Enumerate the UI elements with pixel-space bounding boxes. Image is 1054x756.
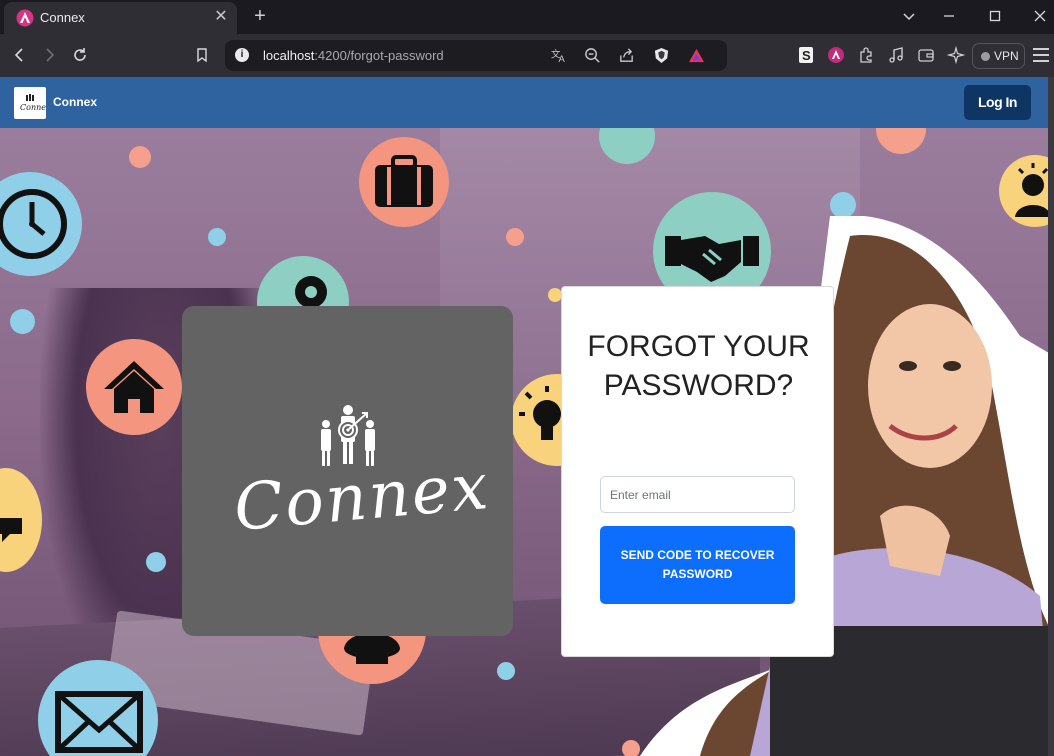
- envelope-icon: [38, 660, 158, 756]
- address-bar[interactable]: i localhost:4200/forgot-password 文A: [225, 40, 727, 71]
- svg-text:Connex: Connex: [20, 103, 46, 112]
- url-host: localhost: [263, 48, 315, 63]
- home-icon: [86, 339, 182, 435]
- translate-icon[interactable]: 文A: [550, 47, 568, 65]
- extensions-icon[interactable]: [857, 46, 877, 66]
- forgot-password-card: FORGOT YOUR PASSWORD? SEND CODE TO RECOV…: [561, 286, 834, 657]
- decor-dot: [497, 662, 515, 680]
- brave-rewards-icon[interactable]: [688, 47, 706, 65]
- decor-dot: [10, 309, 35, 334]
- login-button[interactable]: Log In: [964, 85, 1031, 120]
- bookmark-icon[interactable]: [191, 44, 213, 66]
- vpn-button[interactable]: VPN: [972, 43, 1025, 69]
- url-path: :4200/forgot-password: [314, 48, 444, 63]
- maximize-icon[interactable]: [983, 6, 1007, 26]
- forward-icon[interactable]: [38, 44, 60, 66]
- site-info-icon[interactable]: i: [235, 48, 249, 62]
- connex-extension-icon[interactable]: [827, 46, 847, 66]
- decor-dot: [129, 146, 151, 168]
- decor-dot: [506, 228, 524, 246]
- brand-name[interactable]: Connex: [53, 95, 97, 109]
- leo-ai-icon[interactable]: [946, 45, 967, 66]
- connex-wordmark: Connex: [231, 449, 493, 546]
- menu-icon[interactable]: [1033, 48, 1049, 62]
- back-icon[interactable]: [9, 44, 31, 66]
- clock-icon: [0, 172, 82, 276]
- page-scrollbar[interactable]: [1048, 77, 1054, 756]
- extension-s-icon[interactable]: S: [797, 46, 817, 66]
- new-tab-button[interactable]: +: [250, 5, 270, 27]
- browser-tab-connex[interactable]: Connex ✕: [4, 2, 237, 34]
- decor-dot: [146, 552, 166, 572]
- decor-dot: [622, 740, 640, 756]
- vpn-label: VPN: [994, 49, 1019, 63]
- browser-toolbar: i localhost:4200/forgot-password 文A S VP…: [0, 34, 1054, 77]
- tab-close-icon[interactable]: ✕: [213, 9, 229, 25]
- connex-logo-card: Connex: [182, 306, 513, 636]
- page-title: FORGOT YOUR PASSWORD?: [587, 330, 810, 402]
- hero-background: Connex FORGOT YOUR PASSWORD? SEND CODE T…: [0, 128, 1054, 756]
- top-navbar: Connex Connex Log In: [0, 77, 1054, 128]
- chat-icon: [0, 468, 42, 572]
- vpn-status-dot: [981, 52, 990, 61]
- email-field[interactable]: [600, 476, 795, 513]
- tab-search-chevron-icon[interactable]: [897, 6, 921, 26]
- share-icon[interactable]: [618, 47, 636, 65]
- tab-title: Connex: [40, 10, 85, 25]
- browser-tab-strip: Connex ✕ +: [0, 0, 1054, 34]
- connex-favicon-icon: [16, 9, 34, 27]
- app-viewport: Connex Connex Log In: [0, 77, 1054, 756]
- briefcase-icon: [359, 137, 449, 227]
- brave-shields-icon[interactable]: [653, 47, 671, 65]
- zoom-out-icon[interactable]: [584, 47, 602, 65]
- decor-dot: [830, 192, 856, 218]
- address-url[interactable]: localhost:4200/forgot-password: [263, 48, 444, 63]
- svg-text:S: S: [802, 48, 811, 63]
- music-icon[interactable]: [887, 46, 907, 66]
- decor-dot: [208, 228, 226, 246]
- reload-icon[interactable]: [69, 44, 91, 66]
- decor-dot: [548, 288, 562, 302]
- minimize-icon[interactable]: [937, 6, 961, 26]
- wallet-icon[interactable]: [917, 46, 937, 66]
- svg-text:A: A: [559, 54, 566, 64]
- send-recovery-code-button[interactable]: SEND CODE TO RECOVER PASSWORD: [600, 526, 795, 604]
- close-window-icon[interactable]: [1028, 6, 1052, 26]
- brand-logo[interactable]: Connex: [14, 87, 51, 119]
